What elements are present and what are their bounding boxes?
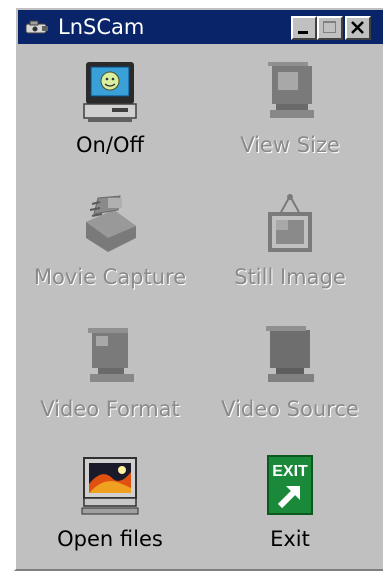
still-image-button[interactable]: Still Image bbox=[200, 192, 380, 322]
video-source-button[interactable]: Video Source bbox=[200, 324, 380, 454]
video-source-label: Video Source bbox=[221, 397, 359, 421]
open-files-icon bbox=[81, 457, 139, 515]
app-window: LnSCam On/Off View Size Movie Capture St… bbox=[14, 6, 383, 571]
on-off-button[interactable]: On/Off bbox=[20, 60, 200, 190]
close-icon bbox=[351, 21, 364, 34]
movie-capture-button[interactable]: Movie Capture bbox=[20, 192, 200, 322]
close-button[interactable] bbox=[345, 16, 371, 40]
exit-label: Exit bbox=[270, 527, 310, 551]
minimize-button[interactable] bbox=[291, 16, 317, 40]
still-image-label: Still Image bbox=[234, 265, 346, 289]
minimize-icon bbox=[298, 31, 308, 34]
still-image-icon bbox=[268, 194, 312, 252]
movie-capture-icon bbox=[86, 195, 136, 252]
maximize-icon bbox=[323, 21, 336, 33]
view-size-icon bbox=[268, 62, 314, 118]
exit-button[interactable]: EXIT Exit bbox=[200, 454, 380, 584]
video-source-icon bbox=[266, 326, 314, 382]
camera-icon bbox=[25, 20, 48, 34]
exit-sign-text: EXIT bbox=[272, 463, 308, 480]
window-title: LnSCam bbox=[58, 15, 145, 39]
maximize-button[interactable] bbox=[317, 16, 343, 40]
exit-icon: EXIT bbox=[267, 455, 313, 515]
monitor-icon bbox=[83, 62, 137, 122]
video-format-button[interactable]: Video Format bbox=[20, 324, 200, 454]
view-size-label: View Size bbox=[240, 133, 340, 157]
view-size-button[interactable]: View Size bbox=[200, 60, 380, 190]
title-bar[interactable]: LnSCam bbox=[18, 10, 383, 44]
open-files-button[interactable]: Open files bbox=[20, 454, 200, 584]
video-format-icon bbox=[88, 328, 134, 382]
